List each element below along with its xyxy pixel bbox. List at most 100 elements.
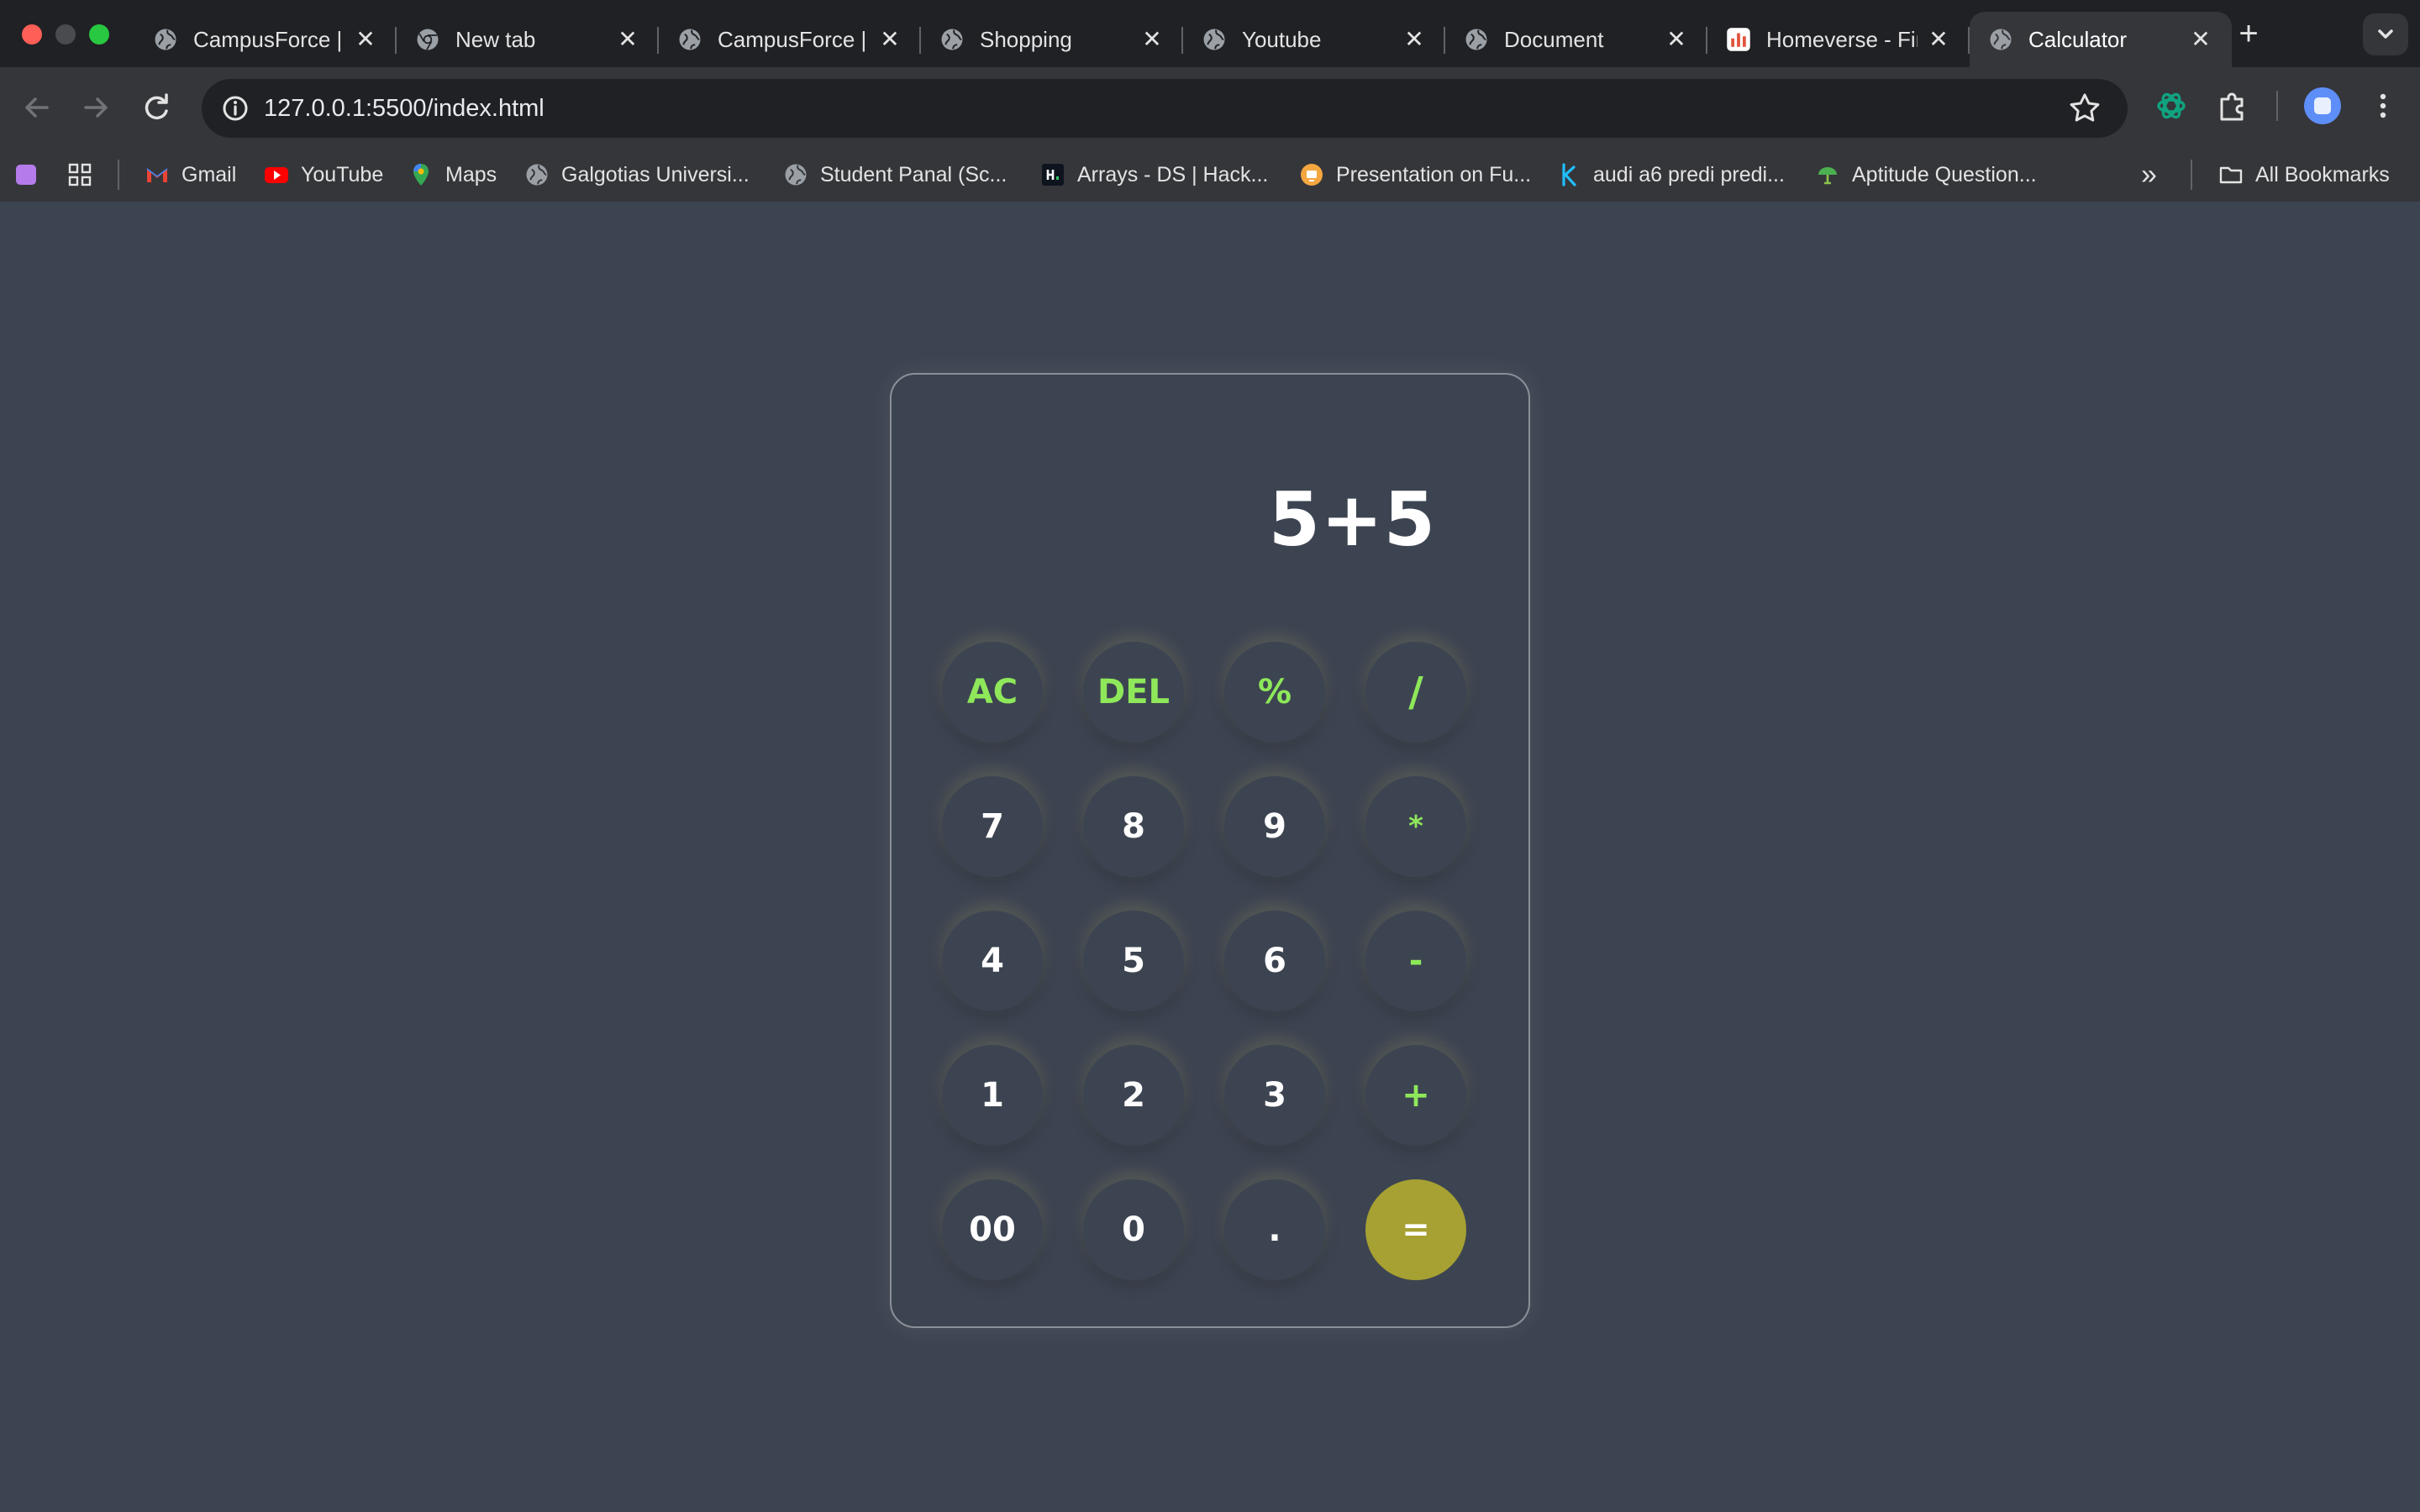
site-info-icon[interactable]	[215, 88, 255, 129]
tab-title: New tab	[455, 26, 536, 52]
bookmarks-separator	[2191, 160, 2192, 190]
bookmark-arrays-ds[interactable]: Arrays - DS | Hack...	[1040, 148, 1268, 202]
bookmark-youtube[interactable]: YouTube	[264, 148, 383, 202]
multiply-button[interactable]: *	[1365, 776, 1466, 877]
bookmark-apps[interactable]	[67, 148, 104, 202]
double-zero-button[interactable]: 00	[942, 1179, 1043, 1280]
kaggle-icon	[1562, 163, 1576, 186]
folder-icon	[2219, 166, 2243, 184]
bookmark-purple-app[interactable]	[13, 148, 50, 202]
maps-icon	[413, 164, 429, 186]
decimal-point-button[interactable]: .	[1224, 1179, 1325, 1280]
bookmark-presentation[interactable]: Presentation on Fu...	[1299, 148, 1531, 202]
gmail-icon	[146, 168, 168, 182]
add-button[interactable]: +	[1365, 1045, 1466, 1146]
globe-icon	[155, 29, 176, 50]
minimize-window-button[interactable]	[55, 24, 76, 45]
more-bookmarks-button[interactable]: »	[2141, 148, 2157, 202]
back-arrow-icon[interactable]	[17, 87, 57, 128]
digit-4-button[interactable]: 4	[942, 911, 1043, 1011]
bookmark-maps[interactable]: Maps	[408, 148, 497, 202]
bookmark-aptitude[interactable]: Aptitude Question...	[1815, 148, 2037, 202]
all-clear-button[interactable]: AC	[942, 642, 1043, 743]
tab-title: Shopping	[980, 26, 1072, 52]
globe-icon	[1465, 29, 1487, 50]
bookmark-label: audi a6 predi predi...	[1593, 162, 1785, 186]
purple-app-icon	[16, 165, 36, 185]
reload-icon[interactable]	[136, 87, 176, 128]
presentation-icon	[1301, 164, 1323, 186]
toolbar-separator	[2276, 91, 2278, 121]
bookmark-star-icon[interactable]	[2067, 91, 2102, 126]
tab-title: CampusForce | Cam	[193, 26, 345, 52]
url-text[interactable]: 127.0.0.1:5500/index.html	[264, 79, 544, 138]
digit-2-button[interactable]: 2	[1083, 1045, 1184, 1146]
tab-calculator[interactable]: Calculator ✕	[1970, 12, 2232, 67]
aptitude-icon	[1818, 167, 1837, 185]
globe-icon	[1990, 29, 2012, 50]
bookmarks-bar: Gmail YouTube Maps Galgotias Universi...…	[0, 148, 2420, 202]
digit-5-button[interactable]: 5	[1083, 911, 1184, 1011]
close-window-button[interactable]	[22, 24, 42, 45]
globe-icon	[1203, 29, 1225, 50]
digit-7-button[interactable]: 7	[942, 776, 1043, 877]
tab-title: CampusForce | Cam	[718, 26, 869, 52]
bookmark-label: Aptitude Question...	[1852, 162, 2037, 186]
all-bookmarks-button[interactable]: All Bookmarks	[2218, 148, 2390, 202]
bookmark-student-panal[interactable]: Student Panal (Sc...	[783, 148, 1007, 202]
equals-button[interactable]: =	[1365, 1179, 1466, 1280]
subtract-button[interactable]: -	[1365, 911, 1466, 1011]
chatgpt-extension-icon[interactable]	[2153, 87, 2190, 124]
digit-9-button[interactable]: 9	[1224, 776, 1325, 877]
tab-shopping[interactable]: Shopping ✕	[921, 12, 1183, 67]
tab-homeverse[interactable]: Homeverse - Find ✕	[1707, 12, 1970, 67]
close-tab-icon[interactable]: ✕	[2188, 27, 2213, 52]
profile-avatar[interactable]	[2304, 87, 2341, 124]
tab-new-tab[interactable]: New tab ✕	[397, 12, 659, 67]
bookmark-galgotias[interactable]: Galgotias Universi...	[524, 148, 750, 202]
tab-campusforce-2[interactable]: CampusForce | Cam ✕	[659, 12, 921, 67]
close-tab-icon[interactable]: ✕	[1139, 27, 1165, 52]
bookmarks-separator	[118, 160, 119, 190]
close-tab-icon[interactable]: ✕	[1926, 27, 1951, 52]
delete-button[interactable]: DEL	[1083, 642, 1184, 743]
bookmark-audi-a6[interactable]: audi a6 predi predi...	[1556, 148, 1785, 202]
digit-8-button[interactable]: 8	[1083, 776, 1184, 877]
tab-document[interactable]: Document ✕	[1445, 12, 1707, 67]
chrome-icon	[417, 29, 439, 50]
youtube-icon	[265, 167, 288, 183]
tab-title: Document	[1504, 26, 1604, 52]
tab-strip: CampusForce | Cam ✕ New tab ✕ CampusForc…	[134, 12, 2232, 67]
divide-button[interactable]: /	[1365, 642, 1466, 743]
fullscreen-window-button[interactable]	[89, 24, 109, 45]
more-menu-icon[interactable]	[2365, 87, 2402, 124]
close-tab-icon[interactable]: ✕	[353, 27, 378, 52]
tab-title: Homeverse - Find	[1766, 26, 1918, 52]
percent-button[interactable]: %	[1224, 642, 1325, 743]
tab-search-button[interactable]	[2363, 13, 2408, 55]
calculator: 5+5 AC DEL % / 7 8 9 * 4 5 6 - 1 2 3 + 0…	[890, 373, 1530, 1328]
digit-6-button[interactable]: 6	[1224, 911, 1325, 1011]
close-tab-icon[interactable]: ✕	[615, 27, 640, 52]
forward-arrow-icon[interactable]	[76, 87, 116, 128]
new-tab-button[interactable]: +	[2228, 15, 2269, 55]
close-tab-icon[interactable]: ✕	[877, 27, 902, 52]
homeverse-icon	[1727, 28, 1750, 51]
tab-title: Calculator	[2028, 26, 2128, 52]
calculator-display: 5+5	[1268, 476, 1436, 563]
close-tab-icon[interactable]: ✕	[1664, 27, 1689, 52]
tab-campusforce-1[interactable]: CampusForce | Cam ✕	[134, 12, 397, 67]
digit-0-button[interactable]: 0	[1083, 1179, 1184, 1280]
bookmark-label: Presentation on Fu...	[1336, 162, 1532, 186]
bookmark-gmail[interactable]: Gmail	[145, 148, 236, 202]
extensions-puzzle-icon[interactable]	[2215, 87, 2252, 124]
bookmark-label: Galgotias Universi...	[561, 162, 750, 186]
close-tab-icon[interactable]: ✕	[1402, 27, 1427, 52]
globe-icon	[679, 29, 701, 50]
digit-3-button[interactable]: 3	[1224, 1045, 1325, 1146]
address-bar[interactable]: 127.0.0.1:5500/index.html	[202, 79, 2128, 138]
tab-youtube[interactable]: Youtube ✕	[1183, 12, 1445, 67]
digit-1-button[interactable]: 1	[942, 1045, 1043, 1146]
globe-icon	[785, 164, 807, 186]
bookmark-label: YouTube	[301, 162, 384, 186]
